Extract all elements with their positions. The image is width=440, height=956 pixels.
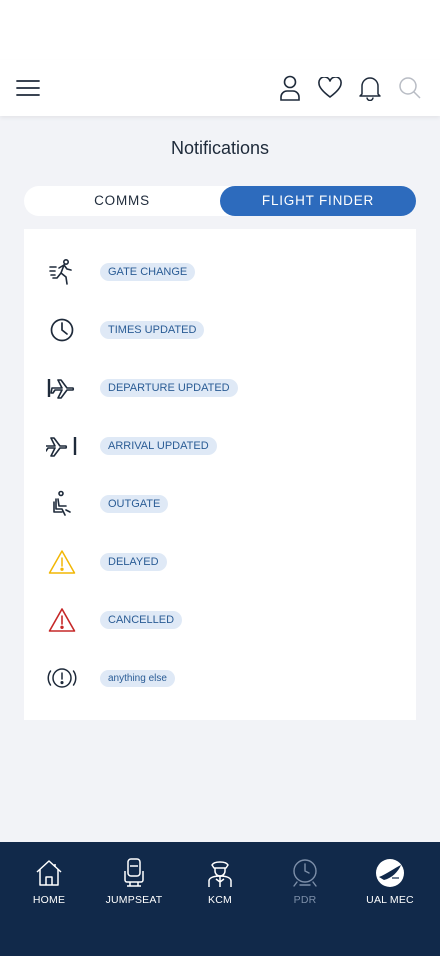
legend-row-gate-change: GATE CHANGE (24, 252, 416, 292)
legend-label: ARRIVAL UPDATED (100, 437, 217, 455)
legend-label: TIMES UPDATED (100, 321, 205, 339)
nav-home[interactable]: HOME (6, 858, 92, 906)
notification-legend-card: GATE CHANGE TIMES UPDATED DEPARTURE UPDA… (24, 229, 416, 720)
legend-row-arrival-updated: ARRIVAL UPDATED (24, 426, 416, 466)
alert-circle-icon (24, 665, 100, 691)
bottom-navigation: HOME JUMPSEAT KCM PDR UAL MEC (0, 842, 440, 956)
running-person-icon (24, 258, 100, 286)
ual-mec-logo-icon (347, 858, 433, 888)
nav-jumpseat[interactable]: JUMPSEAT (91, 858, 177, 906)
header-actions (278, 74, 422, 102)
heart-icon[interactable] (318, 74, 342, 102)
legend-label: GATE CHANGE (100, 263, 196, 281)
nav-kcm[interactable]: KCM (177, 858, 263, 906)
page-title: Notifications (170, 138, 270, 158)
nav-pdr[interactable]: PDR (262, 858, 348, 906)
plane-arrival-icon (24, 434, 100, 458)
legend-label: DELAYED (100, 553, 167, 571)
pilot-icon (177, 858, 263, 888)
seated-person-icon (24, 490, 100, 518)
nav-label: HOME (32, 894, 66, 906)
home-icon (6, 858, 92, 888)
top-header (0, 60, 440, 116)
legend-row-outgate: OUTGATE (24, 484, 416, 524)
status-bar-area (0, 0, 440, 60)
nav-label: KCM (208, 894, 232, 906)
nav-label: PDR (293, 894, 317, 906)
warning-red-icon (24, 607, 100, 633)
notification-type-toggle: COMMS FLIGHT FINDER (24, 186, 416, 216)
tab-flight-finder[interactable]: FLIGHT FINDER (220, 186, 416, 216)
legend-row-cancelled: CANCELLED (24, 600, 416, 640)
legend-row-departure-updated: DEPARTURE UPDATED (24, 368, 416, 408)
legend-label: CANCELLED (100, 611, 183, 629)
legend-label: OUTGATE (100, 495, 169, 513)
nav-label: UAL MEC (366, 894, 414, 906)
plane-departure-icon (24, 376, 100, 400)
legend-label: DEPARTURE UPDATED (100, 379, 238, 397)
legend-row-delayed: DELAYED (24, 542, 416, 582)
legend-row-times-updated: TIMES UPDATED (24, 310, 416, 350)
bell-icon[interactable] (358, 74, 382, 102)
legend-row-anything-else: anything else (24, 658, 416, 698)
nav-label: JUMPSEAT (105, 894, 163, 906)
pdr-clock-icon (262, 858, 348, 888)
user-icon[interactable] (278, 74, 302, 102)
jumpseat-icon (91, 858, 177, 888)
search-icon[interactable] (398, 74, 422, 102)
legend-label: anything else (100, 669, 175, 687)
hamburger-icon[interactable] (16, 76, 40, 100)
tab-comms[interactable]: COMMS (24, 186, 220, 216)
nav-ual-mec[interactable]: UAL MEC (347, 858, 433, 906)
clock-icon (24, 317, 100, 343)
warning-yellow-icon (24, 549, 100, 575)
